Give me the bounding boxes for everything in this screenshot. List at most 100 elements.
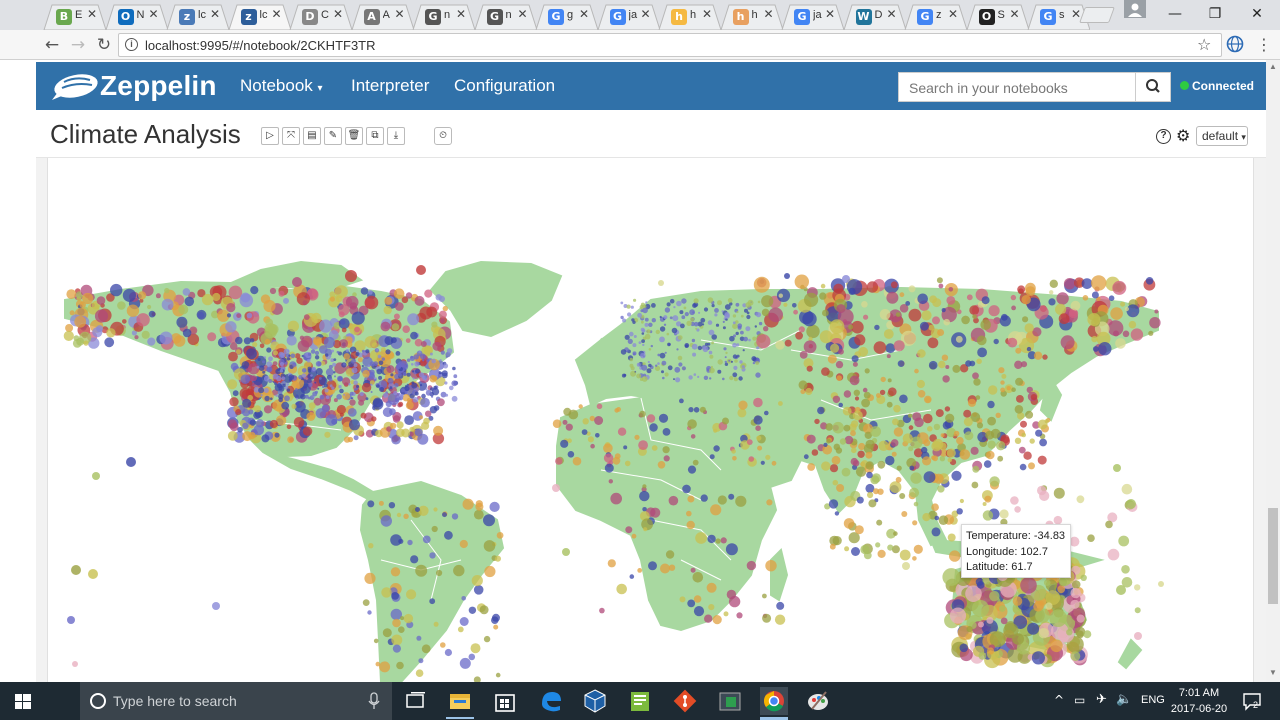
task-view-icon[interactable] (402, 687, 430, 715)
data-point[interactable] (270, 397, 273, 400)
data-point[interactable] (307, 378, 312, 384)
data-point[interactable] (972, 465, 980, 473)
data-point[interactable] (1091, 275, 1107, 291)
data-point[interactable] (402, 372, 407, 376)
data-point[interactable] (730, 360, 734, 363)
data-point[interactable] (361, 364, 364, 368)
data-point[interactable] (1070, 300, 1081, 311)
data-point[interactable] (715, 323, 720, 327)
tab-close-icon[interactable]: ✕ (87, 7, 97, 21)
data-point[interactable] (1134, 607, 1141, 614)
data-point[interactable] (899, 292, 905, 298)
data-point[interactable] (648, 561, 657, 571)
data-point[interactable] (733, 334, 736, 338)
data-point[interactable] (700, 317, 706, 323)
data-point[interactable] (821, 367, 830, 376)
data-point[interactable] (938, 360, 946, 369)
data-point[interactable] (892, 418, 899, 426)
data-point[interactable] (832, 395, 841, 403)
data-point[interactable] (328, 377, 333, 382)
data-point[interactable] (393, 391, 398, 396)
data-point[interactable] (737, 323, 743, 329)
data-point[interactable] (638, 440, 648, 450)
data-point[interactable] (378, 360, 384, 366)
data-point[interactable] (717, 369, 722, 374)
file-explorer-icon[interactable] (446, 687, 474, 715)
data-point[interactable] (400, 616, 405, 621)
data-point[interactable] (630, 370, 637, 377)
data-point[interactable] (410, 555, 419, 564)
data-point[interactable] (811, 449, 819, 456)
data-point[interactable] (396, 661, 404, 670)
data-point[interactable] (661, 360, 667, 366)
data-point[interactable] (986, 450, 995, 460)
data-point[interactable] (664, 351, 667, 354)
tab-close-icon[interactable]: ✕ (825, 7, 835, 21)
data-point[interactable] (288, 354, 291, 357)
data-point[interactable] (644, 322, 649, 327)
data-point[interactable] (414, 361, 420, 367)
data-point[interactable] (307, 369, 312, 373)
data-point[interactable] (468, 653, 476, 661)
data-point[interactable] (280, 352, 286, 358)
data-point[interactable] (562, 419, 568, 425)
scrollbar-thumb[interactable] (1268, 508, 1278, 604)
data-point[interactable] (806, 365, 813, 372)
data-point[interactable] (1045, 602, 1053, 610)
data-point[interactable] (362, 370, 370, 378)
data-point[interactable] (842, 406, 852, 416)
world-bubble-map[interactable] (48, 158, 1255, 682)
data-point[interactable] (923, 413, 933, 424)
info-icon[interactable]: i (125, 38, 138, 51)
data-point[interactable] (970, 446, 979, 455)
data-point[interactable] (295, 388, 298, 391)
data-point[interactable] (365, 349, 370, 354)
data-point[interactable] (931, 455, 936, 461)
data-point[interactable] (1001, 373, 1007, 379)
data-point[interactable] (752, 361, 756, 365)
data-point[interactable] (420, 341, 427, 347)
data-point[interactable] (1048, 298, 1056, 306)
network-icon[interactable]: ✈ (1096, 692, 1107, 707)
tab-close-icon[interactable]: ✕ (641, 7, 651, 21)
data-point[interactable] (709, 377, 712, 380)
data-point[interactable] (765, 454, 771, 460)
data-point[interactable] (462, 498, 474, 510)
data-point[interactable] (1033, 351, 1043, 360)
data-point[interactable] (914, 368, 919, 374)
data-point[interactable] (794, 274, 809, 289)
data-point[interactable] (406, 383, 409, 386)
data-point[interactable] (329, 296, 335, 302)
data-point[interactable] (440, 318, 445, 324)
data-point[interactable] (359, 391, 364, 397)
data-point[interactable] (732, 342, 737, 348)
data-point[interactable] (380, 347, 386, 353)
data-point[interactable] (126, 457, 136, 467)
data-point[interactable] (1154, 309, 1159, 314)
tab-close-icon[interactable]: ✕ (887, 7, 897, 21)
data-point[interactable] (227, 379, 238, 390)
data-point[interactable] (279, 362, 285, 367)
data-point[interactable] (253, 411, 261, 419)
browser-tab[interactable]: Gg ✕ (534, 4, 598, 30)
data-point[interactable] (853, 460, 860, 467)
data-point[interactable] (390, 534, 402, 546)
data-point[interactable] (282, 413, 287, 418)
data-point[interactable] (439, 359, 442, 362)
data-point[interactable] (418, 415, 424, 420)
data-point[interactable] (914, 417, 924, 428)
data-point[interactable] (565, 423, 573, 431)
data-point[interactable] (932, 298, 942, 308)
data-point[interactable] (693, 595, 702, 603)
git-icon[interactable] (671, 687, 699, 715)
data-point[interactable] (74, 315, 87, 328)
data-point[interactable] (1058, 313, 1070, 325)
data-point[interactable] (325, 414, 338, 426)
data-point[interactable] (927, 337, 939, 349)
data-point[interactable] (333, 371, 336, 374)
data-point[interactable] (301, 354, 304, 358)
data-point[interactable] (876, 393, 881, 398)
data-point[interactable] (419, 383, 423, 387)
data-point[interactable] (632, 343, 637, 348)
data-point[interactable] (122, 319, 127, 324)
